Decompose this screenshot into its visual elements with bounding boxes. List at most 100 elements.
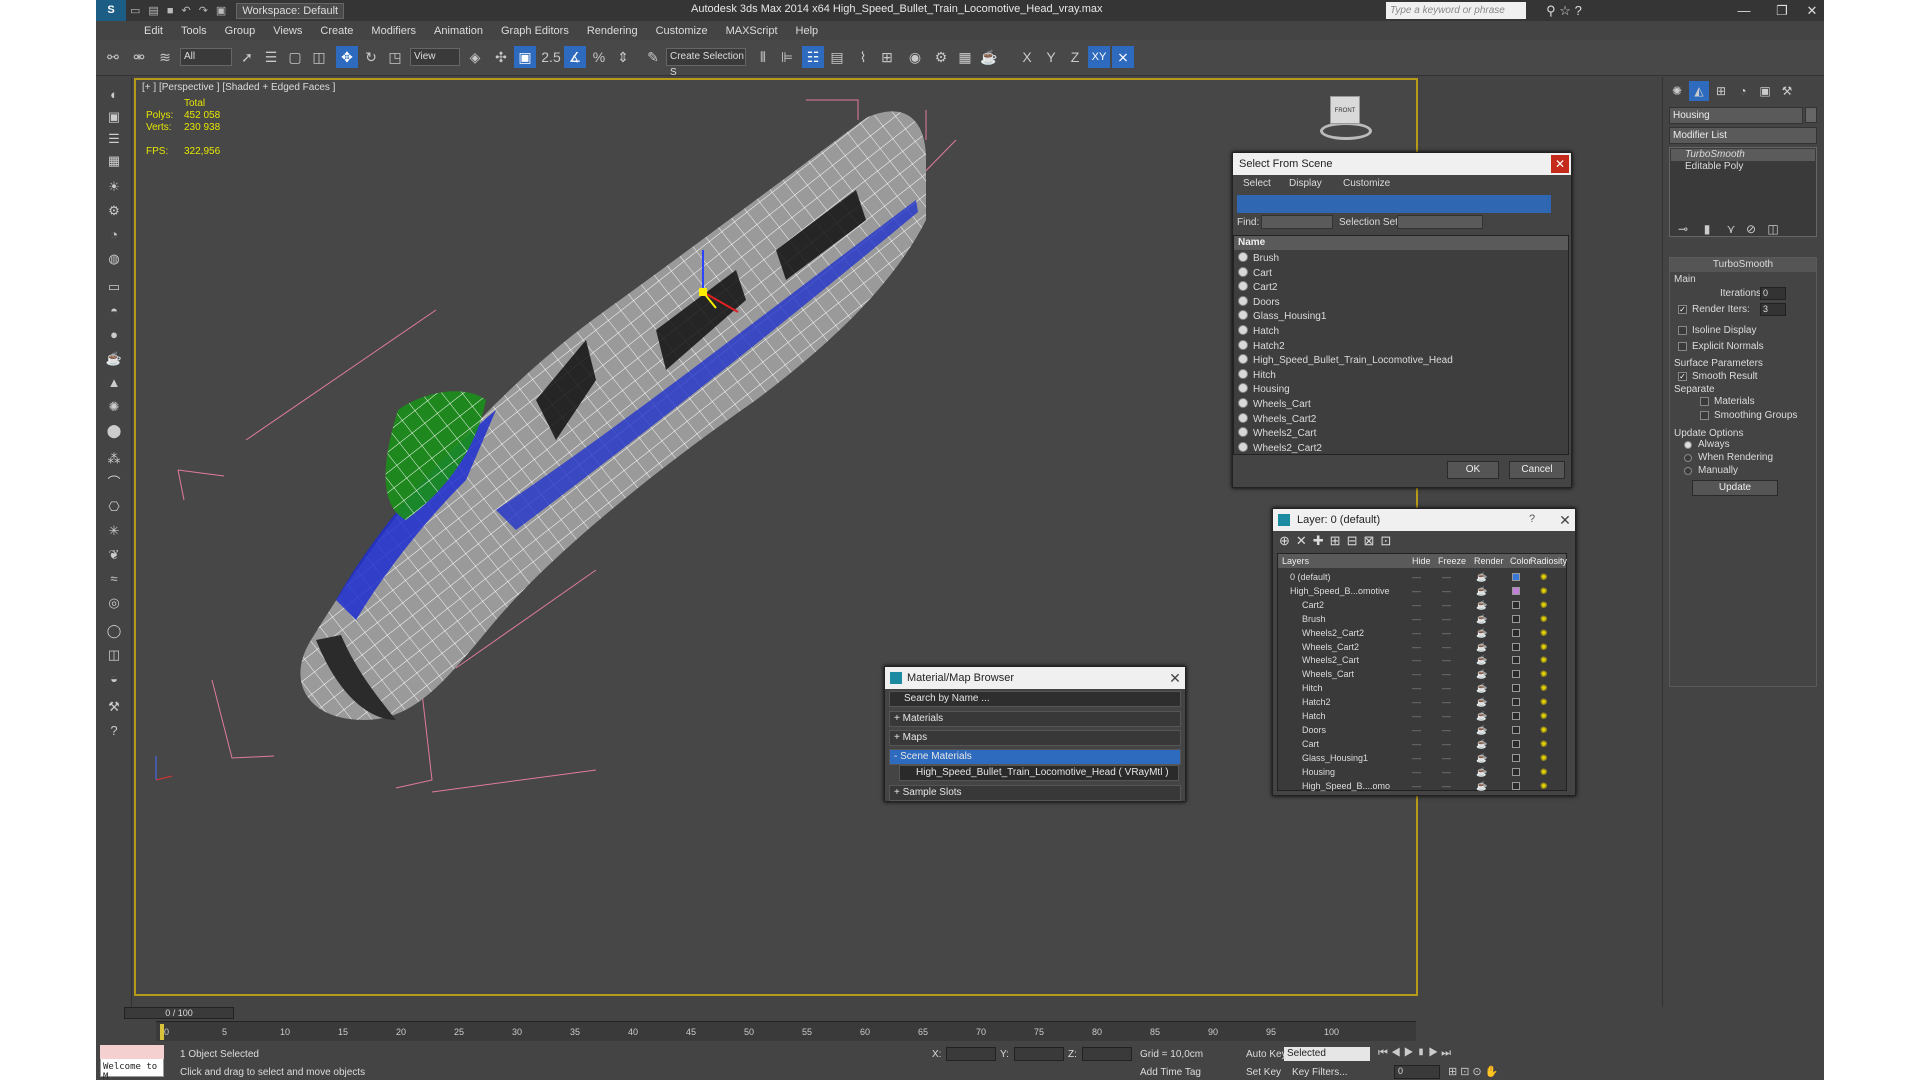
layer-row[interactable]: Hatch — — ☕ ✺ <box>1278 709 1564 723</box>
layer-hide-toggle[interactable]: — <box>1412 765 1421 779</box>
col-layers[interactable]: Layers <box>1282 554 1309 568</box>
render-iters-checkbox[interactable]: ✓ <box>1678 305 1687 314</box>
material-browser-close-button[interactable]: ✕ <box>1165 667 1185 689</box>
reference-coord-dropdown[interactable]: View <box>410 48 460 66</box>
group-materials[interactable]: + Materials <box>889 711 1181 727</box>
layer-hide-toggle[interactable]: — <box>1412 779 1421 793</box>
object-name-field[interactable]: Housing <box>1669 107 1803 124</box>
layer-freeze-toggle[interactable]: — <box>1442 737 1451 751</box>
menu-create[interactable]: Create <box>320 25 353 37</box>
layer-radiosity-icon[interactable]: ✺ <box>1540 653 1548 667</box>
viewcube[interactable]: FRONT <box>1312 86 1376 146</box>
show-end-result-icon[interactable]: ▮ <box>1697 219 1717 239</box>
render-production-icon[interactable]: ☕ <box>978 46 1000 68</box>
when-rendering-radio[interactable] <box>1684 454 1692 462</box>
layer-color-swatch[interactable] <box>1512 600 1520 609</box>
render-icon[interactable]: ◍ <box>103 249 125 269</box>
scene-material-item[interactable]: High_Speed_Bullet_Train_Locomotive_Head … <box>899 765 1179 781</box>
ball-icon[interactable]: ⬤ <box>103 421 125 441</box>
layer-render-icon[interactable]: ☕ <box>1476 695 1487 709</box>
schematic-view-icon[interactable]: ⊞ <box>876 46 898 68</box>
layer-render-icon[interactable]: ☕ <box>1476 570 1487 584</box>
layer-radiosity-icon[interactable]: ✺ <box>1540 626 1548 640</box>
layer-radiosity-icon[interactable]: ✺ <box>1540 709 1548 723</box>
scene-object-row[interactable]: Housing <box>1234 383 1568 397</box>
render-frame-icon[interactable]: ◫ <box>103 645 125 665</box>
hemisphere-icon[interactable]: ◓ <box>103 301 125 321</box>
layer-render-icon[interactable]: ☕ <box>1476 765 1487 779</box>
rect-selection-icon[interactable]: ▢ <box>284 46 306 68</box>
pivot-center-icon[interactable]: ◈ <box>464 46 486 68</box>
redo-icon[interactable]: ↷ <box>195 4 212 17</box>
display-icon[interactable]: ▣ <box>103 107 125 127</box>
layer-color-swatch[interactable] <box>1512 767 1520 776</box>
layer-radiosity-icon[interactable]: ✺ <box>1540 779 1548 793</box>
menu-tools[interactable]: Tools <box>181 25 207 37</box>
create-tab-icon[interactable]: ✺ <box>1667 81 1687 101</box>
layer-row[interactable]: Wheels2_Cart2 — — ☕ ✺ <box>1278 626 1564 640</box>
layer-render-icon[interactable]: ☕ <box>1476 640 1487 654</box>
link-icon[interactable]: ⚯ <box>102 46 124 68</box>
layer-color-swatch[interactable] <box>1512 670 1520 679</box>
cone-icon[interactable]: ▲ <box>103 373 125 393</box>
menu-edit[interactable]: Edit <box>144 25 163 37</box>
layer-render-icon[interactable]: ☕ <box>1476 709 1487 723</box>
display-tab-icon[interactable]: ▣ <box>1755 81 1775 101</box>
select-menu-customize[interactable]: Customize <box>1343 175 1390 193</box>
menu-modifiers[interactable]: Modifiers <box>371 25 416 37</box>
find-input[interactable] <box>1261 215 1333 229</box>
angle-snap-icon[interactable]: ∡ <box>564 46 586 68</box>
particles-icon[interactable]: ⁂ <box>103 449 125 469</box>
utilities-tab-icon[interactable]: ⚒ <box>1777 81 1797 101</box>
stack-item-turbosmooth[interactable]: TurboSmooth <box>1671 149 1815 161</box>
scene-object-row[interactable]: Hatch <box>1234 325 1568 339</box>
layer-row[interactable]: Doors — — ☕ ✺ <box>1278 723 1564 737</box>
environment-icon[interactable]: ◒ <box>103 669 125 689</box>
layer-freeze-toggle[interactable]: — <box>1442 709 1451 723</box>
update-button[interactable]: Update <box>1692 480 1778 496</box>
materials-checkbox[interactable] <box>1700 397 1709 406</box>
menu-help[interactable]: Help <box>796 25 819 37</box>
layer-render-icon[interactable]: ☕ <box>1476 737 1487 751</box>
layer-freeze-toggle[interactable]: — <box>1442 584 1451 598</box>
scene-object-row[interactable]: Doors <box>1234 295 1568 310</box>
layer-radiosity-icon[interactable]: ✺ <box>1540 681 1548 695</box>
viewcube-face[interactable]: FRONT <box>1330 96 1360 124</box>
stack-item-editable-poly[interactable]: Editable Poly <box>1671 161 1815 173</box>
layer-render-icon[interactable]: ☕ <box>1476 584 1487 598</box>
layer-freeze-toggle[interactable]: — <box>1442 612 1451 626</box>
layer-render-icon[interactable]: ☕ <box>1476 598 1487 612</box>
sphere-icon[interactable]: ● <box>103 325 125 345</box>
layer-row[interactable]: High_Speed_B....omo — — ☕ ✺ <box>1278 779 1564 793</box>
menu-views[interactable]: Views <box>273 25 302 37</box>
app-logo-icon[interactable]: S <box>96 0 126 21</box>
cancel-button[interactable]: Cancel <box>1509 461 1565 479</box>
layer-row[interactable]: Wheels_Cart — — ☕ ✺ <box>1278 667 1564 681</box>
utility-icon[interactable]: ⚒ <box>103 697 125 717</box>
layer-row[interactable]: Brush — — ☕ ✺ <box>1278 612 1564 626</box>
select-dialog-close-button[interactable]: ✕ <box>1551 155 1569 173</box>
modify-tab-icon[interactable]: ◭ <box>1689 81 1709 101</box>
configure-sets-icon[interactable]: ◫ <box>1763 219 1783 239</box>
foliage-icon[interactable]: ❦ <box>103 545 125 565</box>
layer-color-swatch[interactable] <box>1512 712 1520 720</box>
always-radio[interactable] <box>1684 441 1692 449</box>
sun-icon[interactable]: ✺ <box>103 397 125 417</box>
add-time-tag[interactable]: Add Time Tag <box>1140 1067 1201 1078</box>
camera-icon[interactable]: ⎔ <box>103 497 125 517</box>
layer-color-swatch[interactable] <box>1512 739 1520 748</box>
axis-x-button[interactable]: X <box>1016 46 1038 68</box>
undo-icon[interactable]: ↶ <box>177 4 194 17</box>
layer-freeze-toggle[interactable]: — <box>1442 681 1451 695</box>
group-maps[interactable]: + Maps <box>889 730 1181 746</box>
axis-z-button[interactable]: Z <box>1064 46 1086 68</box>
scale-icon[interactable]: ◳ <box>384 46 406 68</box>
layer-render-icon[interactable]: ☕ <box>1476 626 1487 640</box>
layer-radiosity-icon[interactable]: ✺ <box>1540 765 1548 779</box>
layer-render-icon[interactable]: ☕ <box>1476 667 1487 681</box>
layer-radiosity-icon[interactable]: ✺ <box>1540 723 1548 737</box>
layer-radiosity-icon[interactable]: ✺ <box>1540 667 1548 681</box>
menu-rendering[interactable]: Rendering <box>587 25 638 37</box>
modifier-list-dropdown[interactable]: Modifier List <box>1669 127 1817 144</box>
layer-freeze-toggle[interactable]: — <box>1442 723 1451 737</box>
